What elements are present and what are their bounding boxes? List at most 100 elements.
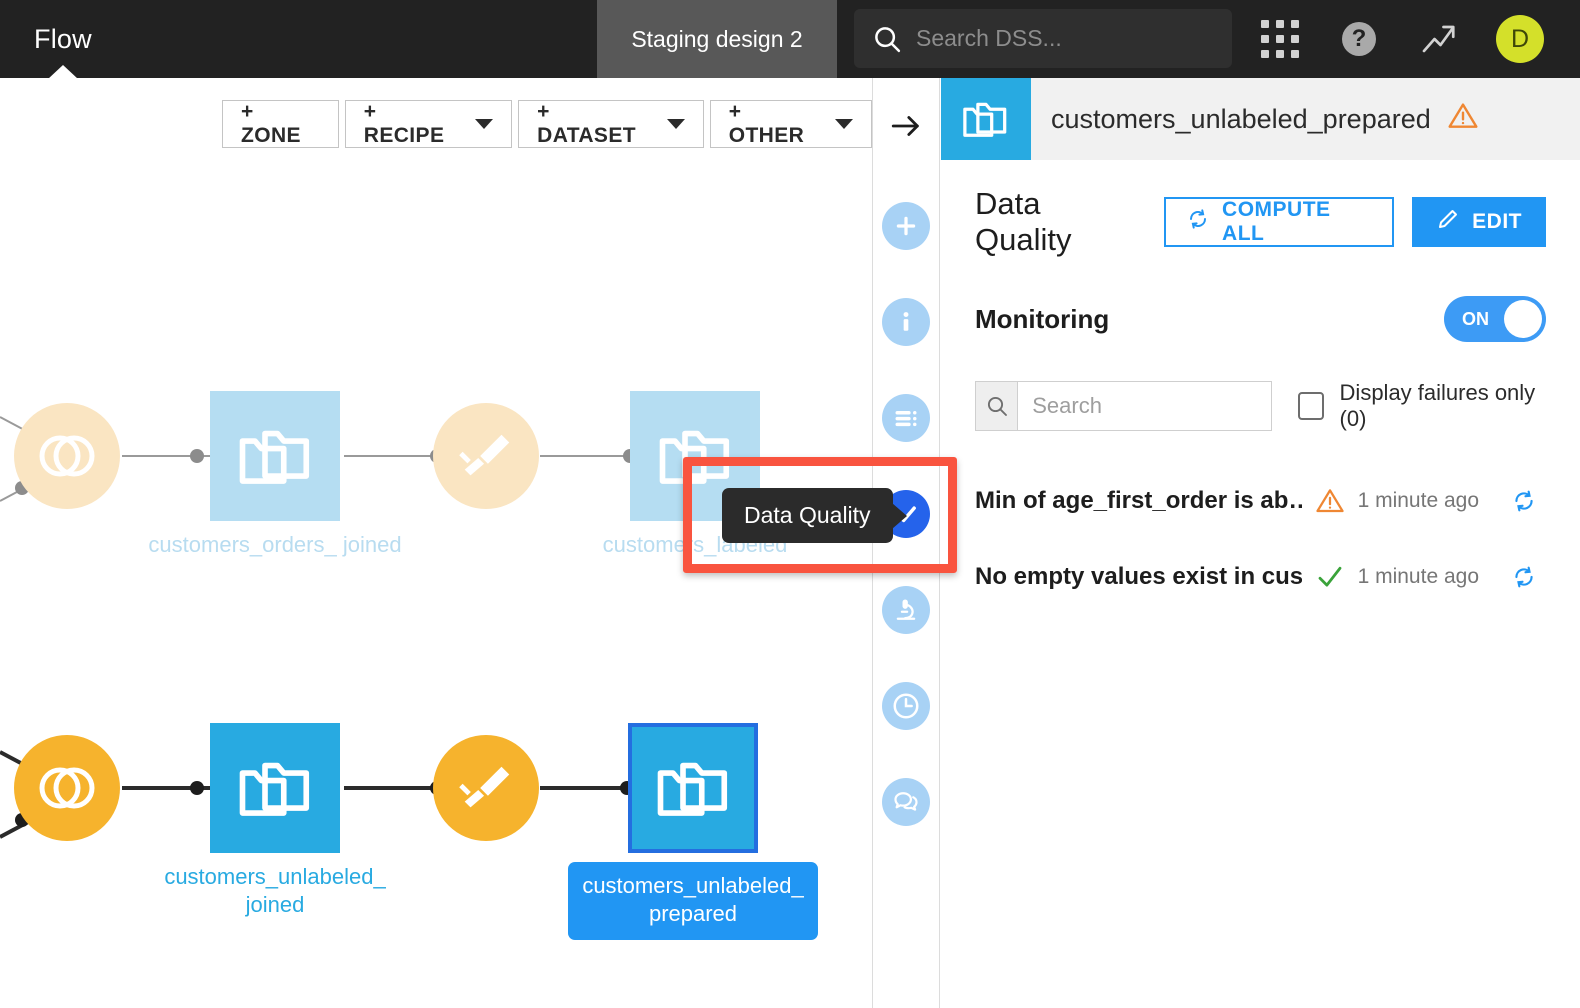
table-row[interactable]: No empty values exist in cus… 1 minute a… [975,548,1546,606]
rule-timestamp: 1 minute ago [1357,489,1479,512]
section-title: Data Quality [975,186,1072,257]
history-icon[interactable] [880,680,932,732]
rules-list: Min of age_first_order is ab… 1 minute a… [975,472,1546,606]
join-recipe-icon [14,403,120,509]
data-quality-tooltip: Data Quality [722,488,893,543]
chat-bubbles-icon [882,778,930,826]
flow-port [190,449,204,463]
rules-search[interactable] [975,381,1272,431]
data-quality-header-row: Data Quality COMPUTE ALL EDIT [975,186,1546,258]
flow-toolbar: + ZONE + RECIPE + DATASET + OTHER [222,100,872,148]
rules-search-input[interactable] [1018,382,1271,430]
join-recipe-icon [14,735,120,841]
display-failures-only-checkbox[interactable]: Display failures only (0) [1297,380,1546,432]
add-dataset-button[interactable]: + DATASET [518,100,704,148]
status-badge [1302,486,1358,516]
toggle-knob [1504,300,1542,338]
monitoring-row: Monitoring ON [975,296,1546,342]
rule-name: No empty values exist in cus… [975,563,1302,590]
apps-grid-dots [1261,20,1299,58]
info-glyph-icon [882,298,930,346]
filter-row: Display failures only (0) [975,380,1546,432]
rule-name: Min of age_first_order is ab… [975,487,1302,514]
info-icon[interactable] [880,296,932,348]
chevron-down-icon [835,119,853,129]
flow-node-join-bottom[interactable] [14,735,120,841]
page-title: customers_unlabeled_prepared [1051,103,1431,134]
dataset-icon [210,723,340,853]
plus-icon [882,202,930,250]
search-icon [976,382,1019,430]
edit-button[interactable]: EDIT [1412,197,1546,247]
flow-node-prepare-top[interactable] [433,403,539,509]
add-other-label: + OTHER [728,100,805,147]
app-root: Flow Staging design 2 ? D + ZON [0,0,1580,1008]
flow-node-customers-unlabeled-prepared[interactable]: customers_unlabeled_ prepared [568,723,818,940]
add-dataset-label: + DATASET [537,100,636,147]
dataset-icon [210,391,340,521]
flow-link [344,786,434,790]
monitoring-toggle-state: ON [1462,308,1489,329]
refresh-icon[interactable] [1502,488,1546,514]
apps-grid-icon[interactable] [1258,17,1302,61]
flow-node-join-top[interactable] [14,403,120,509]
flow-node-customers-unlabeled-joined[interactable]: customers_unlabeled_ joined [164,723,386,917]
flow-node-label: customers_unlabeled_ joined [164,864,386,917]
avatar[interactable]: D [1496,15,1544,63]
details-icon[interactable] [880,392,932,444]
flow-port [190,781,204,795]
pencil-icon [1436,207,1460,237]
project-tab-label: Staging design 2 [631,25,803,52]
global-search[interactable] [854,9,1232,68]
tab-flow[interactable]: Flow [0,0,120,79]
flow-node-customers-orders-joined[interactable]: customers_orders_ joined [148,391,402,557]
add-zone-button[interactable]: + ZONE [222,100,339,148]
chevron-down-icon [475,119,494,129]
discussions-icon[interactable] [880,776,932,828]
monitoring-toggle[interactable]: ON [1444,296,1546,342]
compute-all-label: COMPUTE ALL [1222,198,1331,245]
trending-arrow-icon[interactable] [1417,17,1461,61]
add-recipe-label: + RECIPE [363,100,445,147]
add-icon[interactable] [880,200,932,252]
search-icon [872,24,902,54]
monitoring-label: Monitoring [975,303,1110,334]
table-row[interactable]: Min of age_first_order is ab… 1 minute a… [975,472,1546,530]
flow-link [344,455,434,457]
status-badge [1302,562,1358,592]
panel-body: Data Quality COMPUTE ALL EDIT Monitoring… [941,160,1580,606]
flow-link [540,455,628,457]
folder-dataset-icon [941,78,1031,160]
flow-node-prepare-bottom[interactable] [433,735,539,841]
panel-header: customers_unlabeled_prepared [941,78,1580,160]
refresh-icon[interactable] [1502,564,1546,590]
right-side-panel: customers_unlabeled_prepared Data Qualit… [941,78,1580,1008]
active-tab-caret-icon [48,65,78,79]
add-zone-label: + ZONE [241,100,301,147]
chevron-down-icon [666,119,685,129]
add-recipe-button[interactable]: + RECIPE [344,100,513,148]
search-input[interactable] [916,25,1214,52]
help-icon[interactable]: ? [1337,17,1381,61]
lab-icon[interactable] [880,584,932,636]
avatar-initial: D [1510,24,1530,53]
help-question-glyph: ? [1342,22,1376,56]
flow-link [540,786,628,790]
flow-node-label-selected: customers_unlabeled_ prepared [568,862,818,940]
microscope-icon [882,586,930,634]
panel-title-wrap: customers_unlabeled_prepared [1051,100,1479,139]
project-tab[interactable]: Staging design 2 [597,0,837,78]
prepare-recipe-icon [433,735,539,841]
clock-icon [882,682,930,730]
tooltip-label: Data Quality [744,502,871,528]
display-failures-only-label: Display failures only (0) [1339,380,1536,431]
list-details-icon [882,394,930,442]
rule-timestamp: 1 minute ago [1357,565,1479,588]
edit-label: EDIT [1472,210,1522,233]
flow-node-label: customers_orders_ joined [148,532,402,557]
collapse-arrow-icon[interactable] [880,100,932,152]
add-other-button[interactable]: + OTHER [709,100,872,148]
dataset-icon [628,723,758,853]
compute-all-button[interactable]: COMPUTE ALL [1164,197,1395,247]
prepare-recipe-icon [433,403,539,509]
